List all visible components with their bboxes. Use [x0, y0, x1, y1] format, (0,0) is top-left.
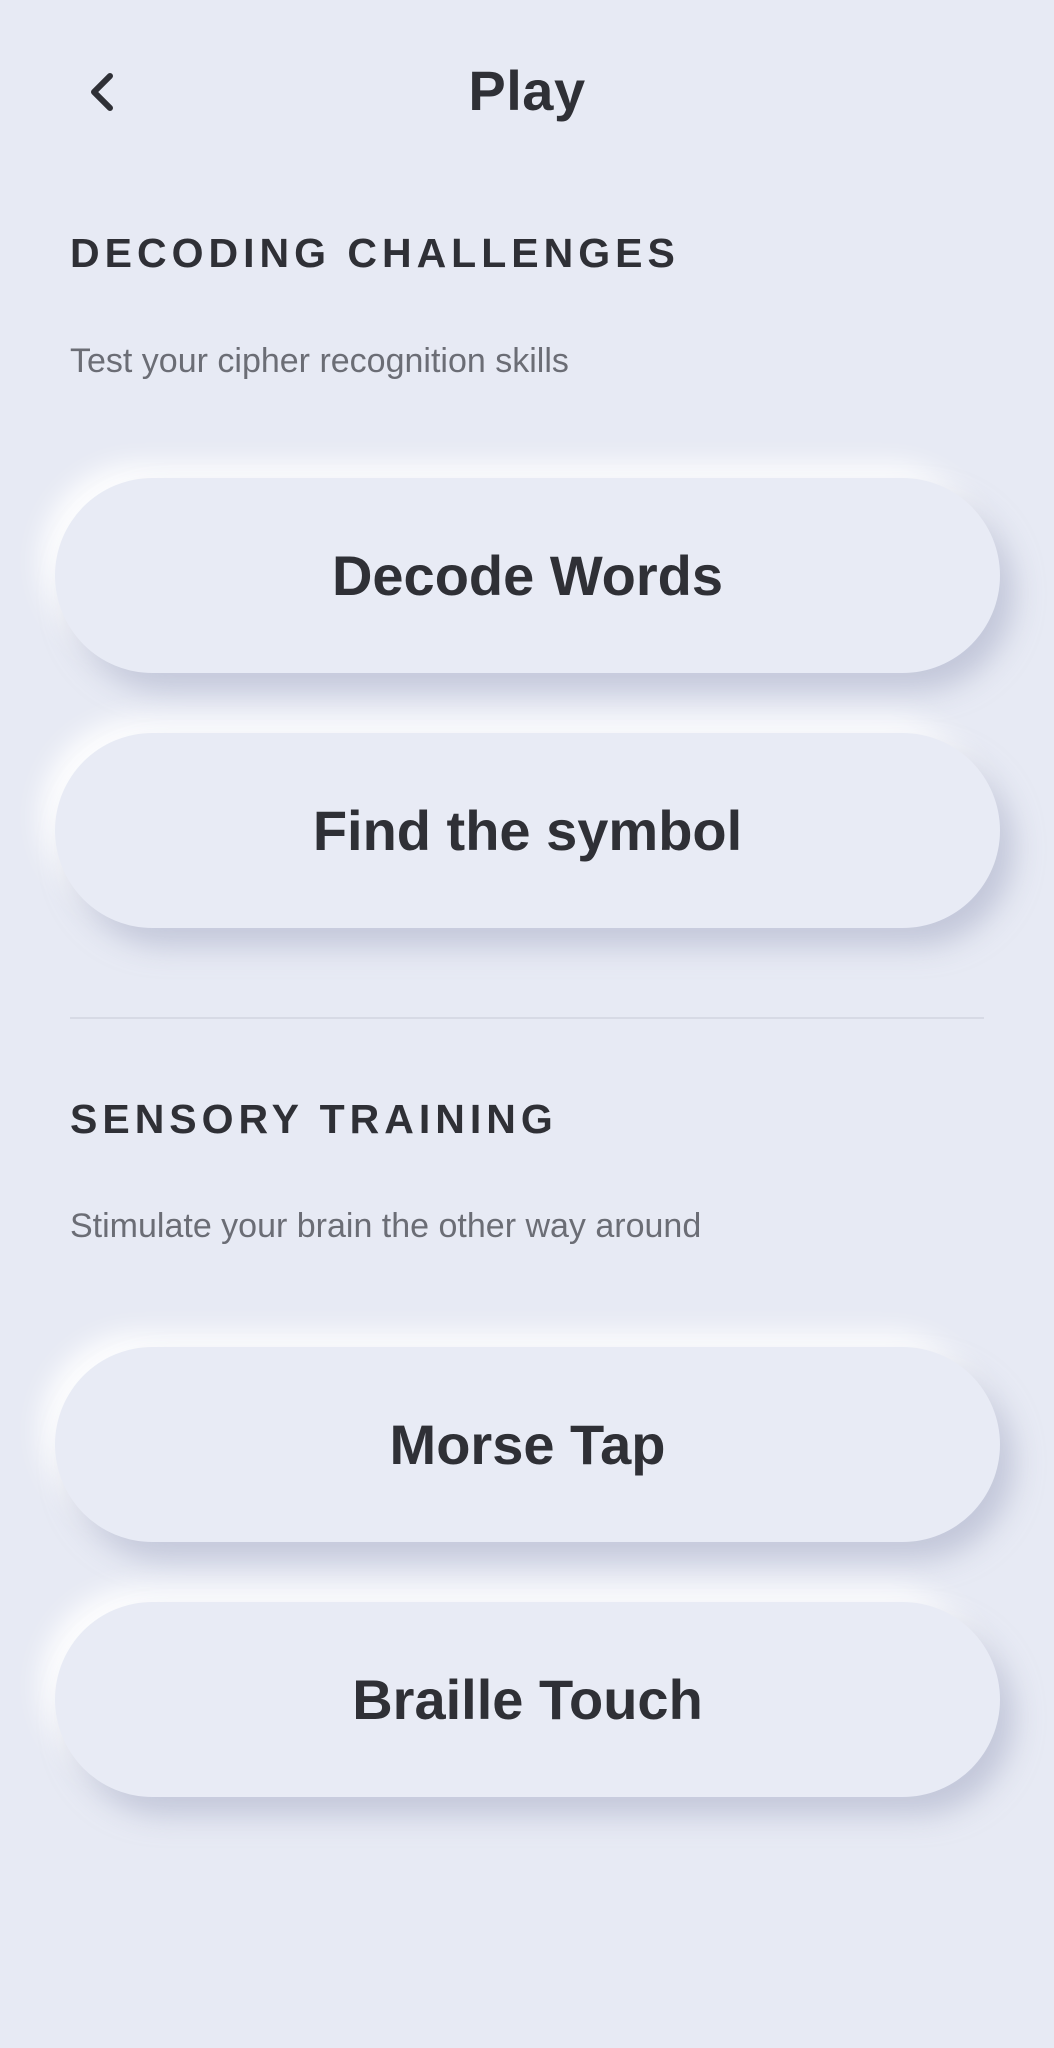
- app-header: Play: [0, 0, 1054, 190]
- find-the-symbol-label: Find the symbol: [312, 799, 743, 862]
- section-title-decoding-challenges: DECODING CHALLENGES: [70, 230, 680, 276]
- page-title: Play: [468, 59, 586, 122]
- find-the-symbol-button[interactable]: Find the symbol: [55, 733, 1000, 928]
- section-subtitle-decoding-challenges: Test your cipher recognition skills: [70, 342, 569, 380]
- section-title-sensory-training: SENSORY TRAINING: [70, 1096, 558, 1142]
- morse-tap-button[interactable]: Morse Tap: [55, 1347, 1000, 1542]
- section-subtitle-sensory-training: Stimulate your brain the other way aroun…: [70, 1207, 702, 1245]
- section-divider: [70, 1017, 984, 1019]
- braille-touch-label: Braille Touch: [352, 1668, 703, 1731]
- decode-words-label: Decode Words: [331, 544, 724, 607]
- morse-tap-label: Morse Tap: [389, 1413, 666, 1476]
- braille-touch-button[interactable]: Braille Touch: [55, 1602, 1000, 1797]
- decode-words-button[interactable]: Decode Words: [55, 478, 1000, 673]
